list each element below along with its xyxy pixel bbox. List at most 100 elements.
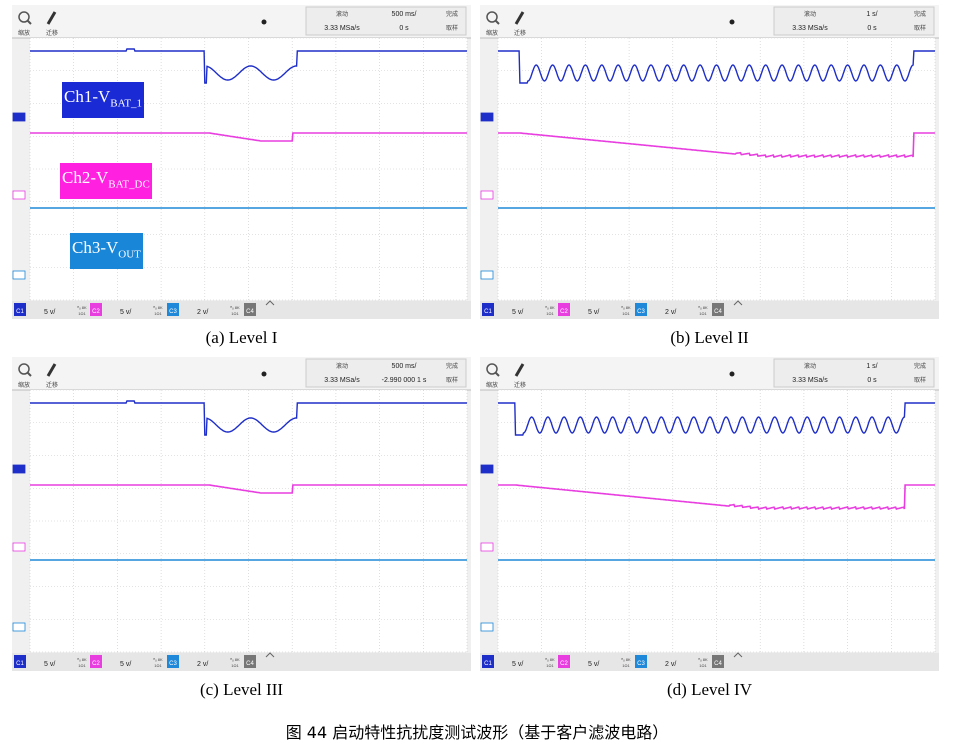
channel-marker-icon [480,112,494,122]
channel-scale: 5 v/ [512,309,523,316]
sample-rate-value: 3.33 MSa/s [324,25,360,32]
channel-chip-label: C2 [92,309,100,315]
trigger-label: 滚动 [336,362,348,370]
timebase-value: 1 s/ [866,363,877,370]
ch3-label-main: Ch3-V [72,238,119,257]
ch2-label-main: Ch2-V [62,168,109,187]
channel-scale: 5 v/ [120,309,131,316]
done-label: 完成 [446,10,458,18]
channel-impedance: 1Ω1 [154,311,162,316]
channel-chip-label: C1 [484,661,492,667]
channel-chip-label: C4 [714,309,722,315]
channel-chip-c2[interactable]: C2 [90,655,102,668]
channel-chip-c1[interactable]: C1 [14,655,26,668]
migrate-label: 迁移 [514,29,526,37]
migrate-label: 迁移 [514,381,526,389]
channel-bandwidth: ᴴᵤ 8K [153,305,163,310]
channel-impedance: 1Ω1 [546,311,554,316]
scope-panel-d: 缩放 迁移 滚动 1 s/完成 3.33 MSa/s 0 s 取样 C1 5 v/ᴴᵤ 8K 1Ω… [480,357,939,671]
channel-chip-c1[interactable]: C1 [14,303,26,316]
sample-rate-value: 3.33 MSa/s [792,25,828,32]
channel-marker-icon [12,190,26,200]
trigger-label: 滚动 [336,10,348,18]
trigger-dot-icon [261,371,267,377]
scope-panel-a: 缩放 迁移 滚动 500 ms/完成 3.33 MSa/s 0 s 取样 C1 5 v/ᴴᵤ 8… [12,5,471,319]
channel-chip-label: C2 [92,661,100,667]
done-label: 完成 [446,362,458,370]
channel-scale: 5 v/ [512,661,523,668]
channel-impedance: 1Ω1 [154,663,162,668]
channel-chip-label: C1 [484,309,492,315]
channel-chip-c4[interactable]: C4 [244,655,256,668]
channel-scale: 5 v/ [588,661,599,668]
channel-marker-icon [480,270,494,280]
channel-scale: 2 v/ [665,661,676,668]
channel-scale: 5 v/ [120,661,131,668]
panel-caption-a: (a) Level I [205,328,278,347]
channel-chip-label: C3 [169,661,177,667]
channel-chip-c1[interactable]: C1 [482,303,494,316]
channel-chip-label: C2 [560,309,568,315]
channel-bandwidth: ᴴᵤ 8K [698,305,708,310]
channel-chip-label: C3 [637,309,645,315]
channel-bandwidth: ᴴᵤ 8K [230,305,240,310]
channel-chip-c3[interactable]: C3 [635,303,647,316]
sample-label: 取样 [446,376,458,384]
channel-chip-c4[interactable]: C4 [244,303,256,316]
channel-marker-icon [480,464,494,474]
channel-chip-c3[interactable]: C3 [635,655,647,668]
scope-svg-b: 缩放 迁移滚动 1 s/完成3.33 MSa/s 0 s 取样C1 5 v/ᴴᵤ 8K1Ω… [480,5,939,319]
channel-marker-icon [12,622,26,632]
channel-chip-c2[interactable]: C2 [558,303,570,316]
trigger-label: 滚动 [804,10,816,18]
trigger-dot-icon [729,19,735,25]
channel-marker-icon [12,112,26,122]
channel-marker-icon [480,622,494,632]
channel-chip-c1[interactable]: C1 [482,655,494,668]
channel-impedance: 1Ω1 [546,663,554,668]
done-label: 完成 [914,362,926,370]
channel-chip-c4[interactable]: C4 [712,303,724,316]
channel-bandwidth: ᴴᵤ 8K [698,657,708,662]
offset-value: -2.990 000 1 s [382,377,427,384]
channel-marker-icon [12,270,26,280]
scope-svg-d: 缩放 迁移滚动 1 s/完成3.33 MSa/s 0 s 取样C1 5 v/ᴴᵤ 8K1Ω… [480,357,939,671]
channel-impedance: 1Ω1 [78,663,86,668]
scope-svg-a: 缩放 迁移 滚动 500 ms/完成 3.33 MSa/s 0 s 取样 C1 5 v/ᴴᵤ 8… [12,5,471,319]
channel-chip-label: C1 [16,309,24,315]
channel-impedance: 1Ω1 [231,311,239,316]
channel-scale: 2 v/ [665,309,676,316]
sample-label: 取样 [446,24,458,32]
channel-scale: 2 v/ [197,309,208,316]
channel-marker-icon [12,464,26,474]
channel-bar [480,301,939,319]
channel-scale: 5 v/ [44,661,55,668]
channel-chip-label: C1 [16,661,24,667]
timebase-value: 500 ms/ [392,11,417,18]
channel-chip-c2[interactable]: C2 [90,303,102,316]
channel-bandwidth: ᴴᵤ 8K [153,657,163,662]
channel-chip-c2[interactable]: C2 [558,655,570,668]
offset-value: 0 s [399,25,409,32]
channel-chip-c3[interactable]: C3 [167,303,179,316]
channel-scale: 5 v/ [588,309,599,316]
channel-marker-icon [12,542,26,552]
panel-caption-c: (c) Level III [199,680,284,699]
channel-chip-label: C3 [169,309,177,315]
channel-chip-label: C2 [560,661,568,667]
trigger-dot-icon [729,371,735,377]
channel-chip-c4[interactable]: C4 [712,655,724,668]
zoom-label: 缩放 [486,381,498,389]
done-label: 完成 [914,10,926,18]
channel-chip-label: C3 [637,661,645,667]
sample-rate-value: 3.33 MSa/s [324,377,360,384]
offset-value: 0 s [867,25,877,32]
channel-bar [12,301,471,319]
panel-caption-d: (d) Level IV [667,680,752,699]
channel-chip-c3[interactable]: C3 [167,655,179,668]
channel-chip-label: C4 [714,661,722,667]
channel-impedance: 1Ω1 [699,663,707,668]
channel-impedance: 1Ω1 [231,663,239,668]
channel-chip-label: C4 [246,661,254,667]
channel-bar [480,653,939,671]
